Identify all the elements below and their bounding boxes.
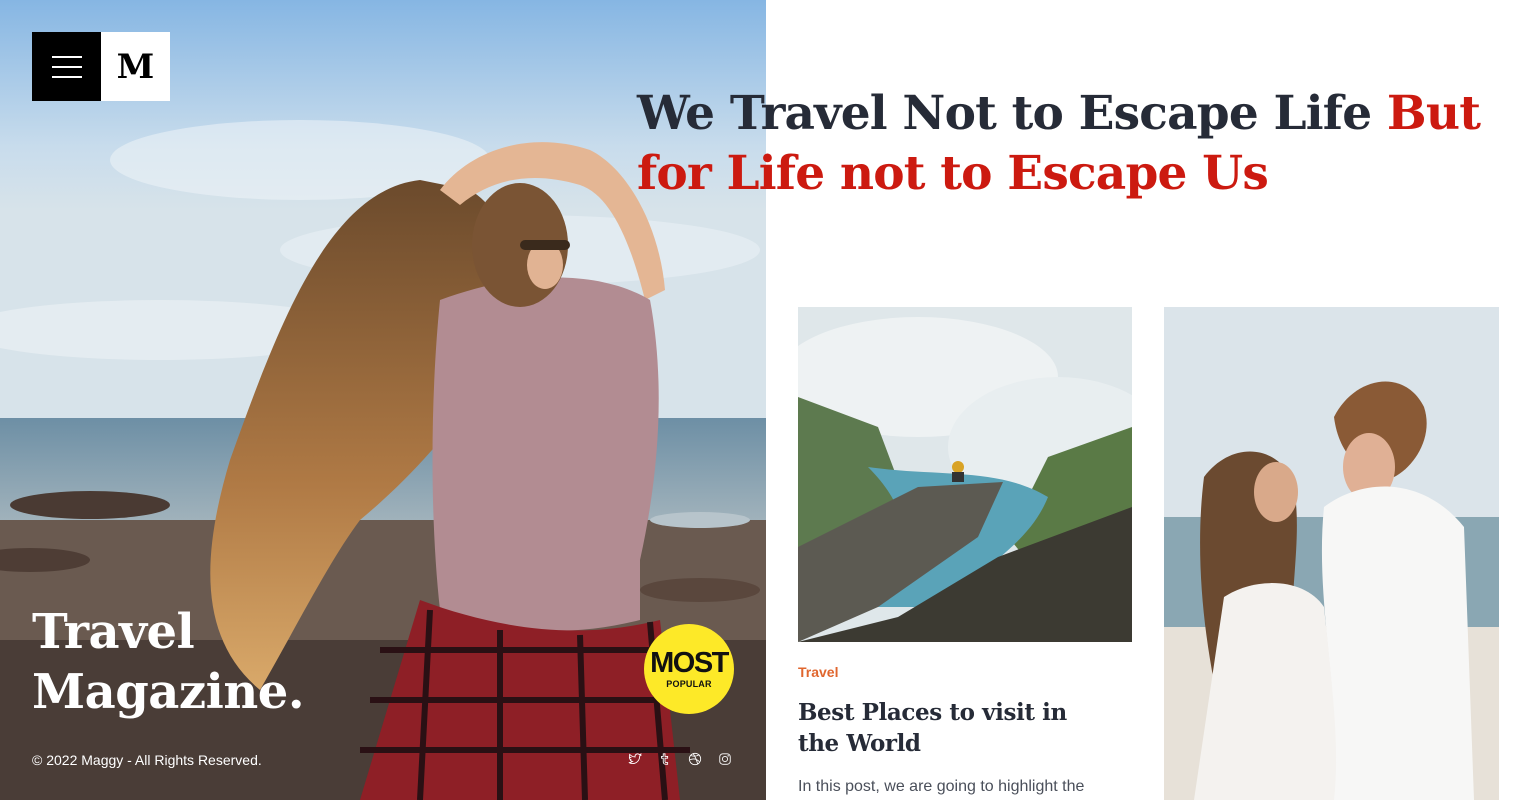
hamburger-icon-line xyxy=(51,55,82,58)
post-image-couple-beach[interactable] xyxy=(1164,307,1499,800)
instagram-icon[interactable] xyxy=(718,750,732,768)
site-logo[interactable]: M xyxy=(101,32,170,101)
hero-title: Travel Magazine. xyxy=(32,604,305,720)
badge-bottom-text: POPULAR xyxy=(666,679,712,689)
post-category-link[interactable]: Travel xyxy=(798,664,838,680)
badge-top-text: MOST xyxy=(650,647,729,679)
fjord-cliff-photo xyxy=(798,307,1132,642)
hamburger-icon-line xyxy=(51,75,82,78)
brand-bar: M xyxy=(32,32,170,101)
menu-button[interactable] xyxy=(32,32,101,101)
tumblr-icon[interactable] xyxy=(658,750,672,768)
social-links xyxy=(628,750,732,768)
copyright-text: © 2022 Maggy - All Rights Reserved. xyxy=(32,752,262,768)
hamburger-icon-line xyxy=(51,65,82,68)
twitter-icon[interactable] xyxy=(628,750,642,768)
post-image-fjord-cliff[interactable] xyxy=(798,307,1132,642)
headline-dark-text: We Travel Not to Escape Life xyxy=(637,86,1387,141)
post-excerpt: In this post, we are going to highlight … xyxy=(798,778,1085,795)
page-headline: We Travel Not to Escape Life But for Lif… xyxy=(637,84,1497,204)
couple-beach-photo xyxy=(1164,307,1499,800)
dribbble-icon[interactable] xyxy=(688,750,702,768)
most-popular-badge[interactable]: MOST POPULAR xyxy=(644,624,734,714)
post-title[interactable]: Best Places to visit in the World xyxy=(798,697,1098,759)
